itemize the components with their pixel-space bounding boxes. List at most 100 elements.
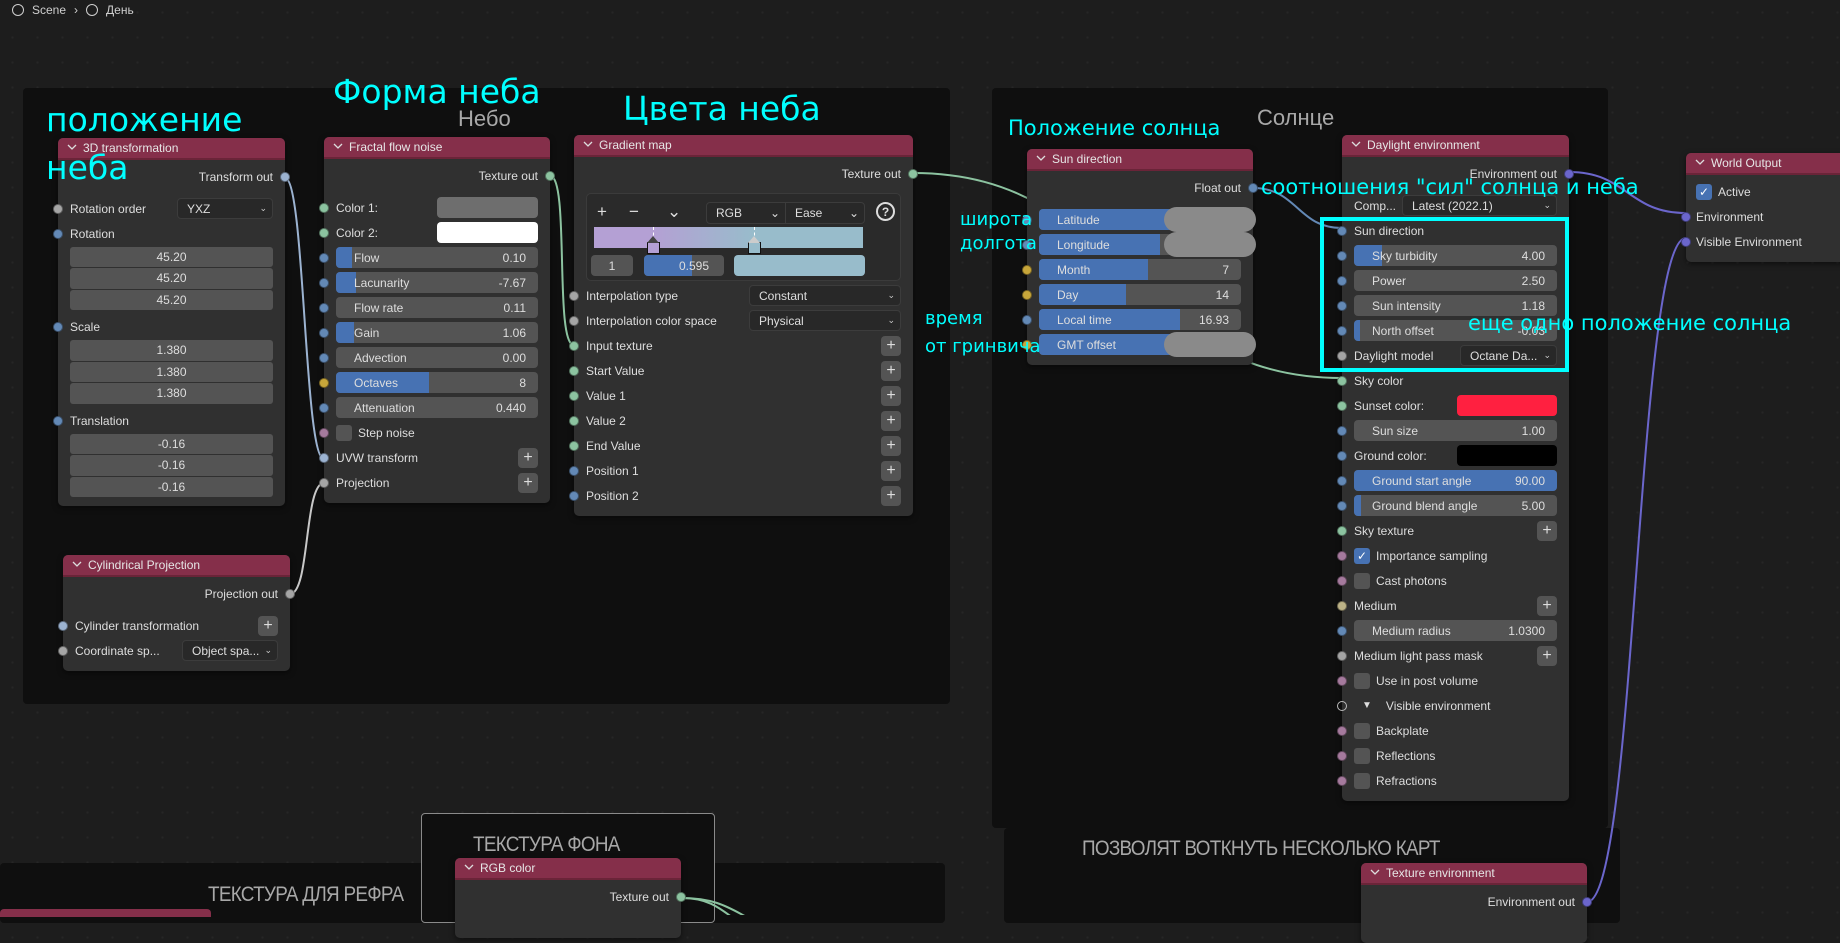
longitude-slider[interactable]: Longitude [1039, 232, 1256, 257]
octaves-slider[interactable]: Octaves 8 [336, 372, 538, 393]
socket-environment-out[interactable] [1582, 896, 1592, 907]
gradient-menu-button[interactable]: ⌄ [667, 202, 681, 222]
sun-size-slider[interactable]: Sun size 1.00 [1354, 420, 1557, 441]
socket-projection-out[interactable] [285, 588, 295, 599]
socket-end-value[interactable] [569, 440, 579, 451]
socket-visible-environment[interactable] [1337, 700, 1347, 711]
socket-sun-size[interactable] [1337, 425, 1347, 436]
socket-visible-environment[interactable] [1681, 236, 1691, 247]
chevron-down-icon[interactable] [1370, 866, 1380, 880]
gain-slider[interactable]: Gain 1.06 [336, 322, 538, 343]
chevron-down-icon[interactable] [333, 140, 343, 154]
chevron-down-icon[interactable] [1351, 138, 1361, 152]
socket-medium-light-pass-mask[interactable] [1337, 650, 1347, 661]
color-2-swatch[interactable] [437, 222, 538, 243]
socket-position-1[interactable] [569, 465, 579, 476]
node-sun-direction[interactable]: Sun direction Float out Latitude Longitude M… [1022, 149, 1258, 365]
add-input-button[interactable]: + [1537, 520, 1557, 541]
rotation-order-dropdown[interactable]: YXZ ⌄ [177, 198, 273, 219]
socket-texture-out[interactable] [545, 170, 555, 181]
socket-step-noise[interactable] [319, 427, 329, 438]
socket-color-1[interactable] [319, 202, 329, 213]
number-field[interactable]: 45.20 [70, 246, 273, 267]
latitude-slider[interactable]: Latitude [1039, 207, 1256, 232]
socket-day[interactable] [1022, 289, 1032, 300]
medium-radius-slider[interactable]: Medium radius 1.0300 [1354, 620, 1557, 641]
socket-transform-out[interactable] [280, 171, 290, 182]
socket-medium-radius[interactable] [1337, 625, 1347, 636]
node-header[interactable]: Sun direction [1027, 149, 1253, 171]
node-fractal-flow-noise[interactable]: Fractal flow noise Texture out Color 1: Col… [319, 137, 555, 503]
add-input-button[interactable]: + [881, 360, 901, 381]
number-field[interactable]: -0.16 [70, 455, 273, 476]
chevron-down-icon[interactable] [1695, 156, 1705, 170]
advection-slider[interactable]: Advection 0.00 [336, 347, 538, 368]
number-field[interactable]: -0.16 [70, 433, 273, 454]
interpolation-color-space-dropdown[interactable]: Physical ⌄ [749, 310, 901, 331]
node-header[interactable]: Gradient map [574, 135, 913, 157]
socket-interpolation-color-space[interactable] [569, 315, 579, 326]
socket-value-2[interactable] [569, 415, 579, 426]
ground-start-angle-slider[interactable]: Ground start angle 90.00 [1354, 470, 1557, 491]
interpolation-dropdown[interactable]: Ease ⌄ [786, 203, 864, 223]
node-rgb-color[interactable]: RGB color Texture out [455, 858, 686, 938]
socket-coordinate-sp[interactable] [58, 645, 68, 656]
flow-slider[interactable]: Flow 0.10 [336, 247, 538, 268]
add-input-button[interactable]: + [881, 385, 901, 406]
chevron-down-icon[interactable] [464, 861, 474, 875]
socket-projection[interactable] [319, 477, 329, 488]
help-icon[interactable]: ? [876, 202, 895, 221]
lacunarity-slider[interactable]: Lacunarity -7.67 [336, 272, 538, 293]
number-field[interactable]: 45.20 [70, 289, 273, 310]
number-field[interactable]: 1.380 [70, 383, 273, 404]
socket-cylinder-transformation[interactable] [58, 620, 68, 631]
node-3d-transformation[interactable]: 3D transformation Transform out Rotation o… [53, 138, 290, 506]
use-in-post-volume-checkbox[interactable] [1354, 672, 1370, 689]
socket-attenuation[interactable] [319, 402, 329, 413]
gradient-stop-handle[interactable] [747, 236, 761, 254]
day-slider[interactable]: Day 14 [1039, 284, 1241, 305]
socket-month[interactable] [1022, 264, 1032, 275]
node-header[interactable]: Texture environment [1361, 863, 1587, 885]
socket-texture-out[interactable] [908, 168, 918, 179]
socket-scale[interactable] [53, 322, 63, 332]
socket-use-in-post-volume[interactable] [1337, 675, 1347, 686]
number-field[interactable]: 1.380 [70, 361, 273, 382]
socket-ground-blend-angle[interactable] [1337, 500, 1347, 511]
attenuation-slider[interactable]: Attenuation 0.440 [336, 397, 538, 418]
add-input-button[interactable]: + [518, 447, 538, 468]
add-input-button[interactable]: + [881, 410, 901, 431]
socket-input-texture[interactable] [569, 340, 579, 351]
socket-gain[interactable] [319, 327, 329, 338]
socket-importance-sampling[interactable] [1337, 550, 1347, 561]
node-header[interactable]: Cylindrical Projection [63, 555, 290, 577]
stop-index-field[interactable]: 1 [591, 255, 633, 276]
node-gradient-map[interactable]: Gradient map Texture out + − ⌄ RGB ⌄ Ease ⌄? 1 0.5… [569, 135, 918, 516]
breadcrumb-scene[interactable]: Scene [32, 2, 66, 18]
socket-refractions[interactable] [1337, 775, 1347, 786]
interpolation-type-dropdown[interactable]: Constant ⌄ [749, 285, 901, 306]
ground-color-swatch[interactable] [1457, 445, 1557, 466]
add-input-button[interactable]: + [1537, 595, 1557, 616]
socket-float-out[interactable] [1248, 182, 1258, 193]
reflections-checkbox[interactable] [1354, 747, 1370, 764]
gradient-bar[interactable] [594, 227, 863, 248]
socket-lacunarity[interactable] [319, 277, 329, 288]
node-cylindrical-projection[interactable]: Cylindrical Projection Projection out Cyli… [58, 555, 295, 671]
flow-rate-slider[interactable]: Flow rate 0.11 [336, 297, 538, 318]
add-input-button[interactable]: + [1537, 645, 1557, 666]
socket-medium[interactable] [1337, 600, 1347, 611]
month-slider[interactable]: Month 7 [1039, 259, 1241, 280]
add-input-button[interactable]: + [881, 435, 901, 456]
socket-interpolation-type[interactable] [569, 290, 579, 301]
step-noise-checkbox[interactable] [336, 424, 352, 441]
socket-advection[interactable] [319, 352, 329, 363]
node-header[interactable]: World Output [1686, 153, 1840, 175]
add-stop-button[interactable]: + [597, 202, 607, 222]
socket-value-1[interactable] [569, 390, 579, 401]
sunset-color-swatch[interactable] [1457, 395, 1557, 416]
socket-uvw-transform[interactable] [319, 452, 329, 463]
active-checkbox[interactable]: ✓ [1696, 183, 1712, 200]
socket-rotation[interactable] [53, 228, 63, 239]
breadcrumb-world[interactable]: День [106, 2, 134, 18]
